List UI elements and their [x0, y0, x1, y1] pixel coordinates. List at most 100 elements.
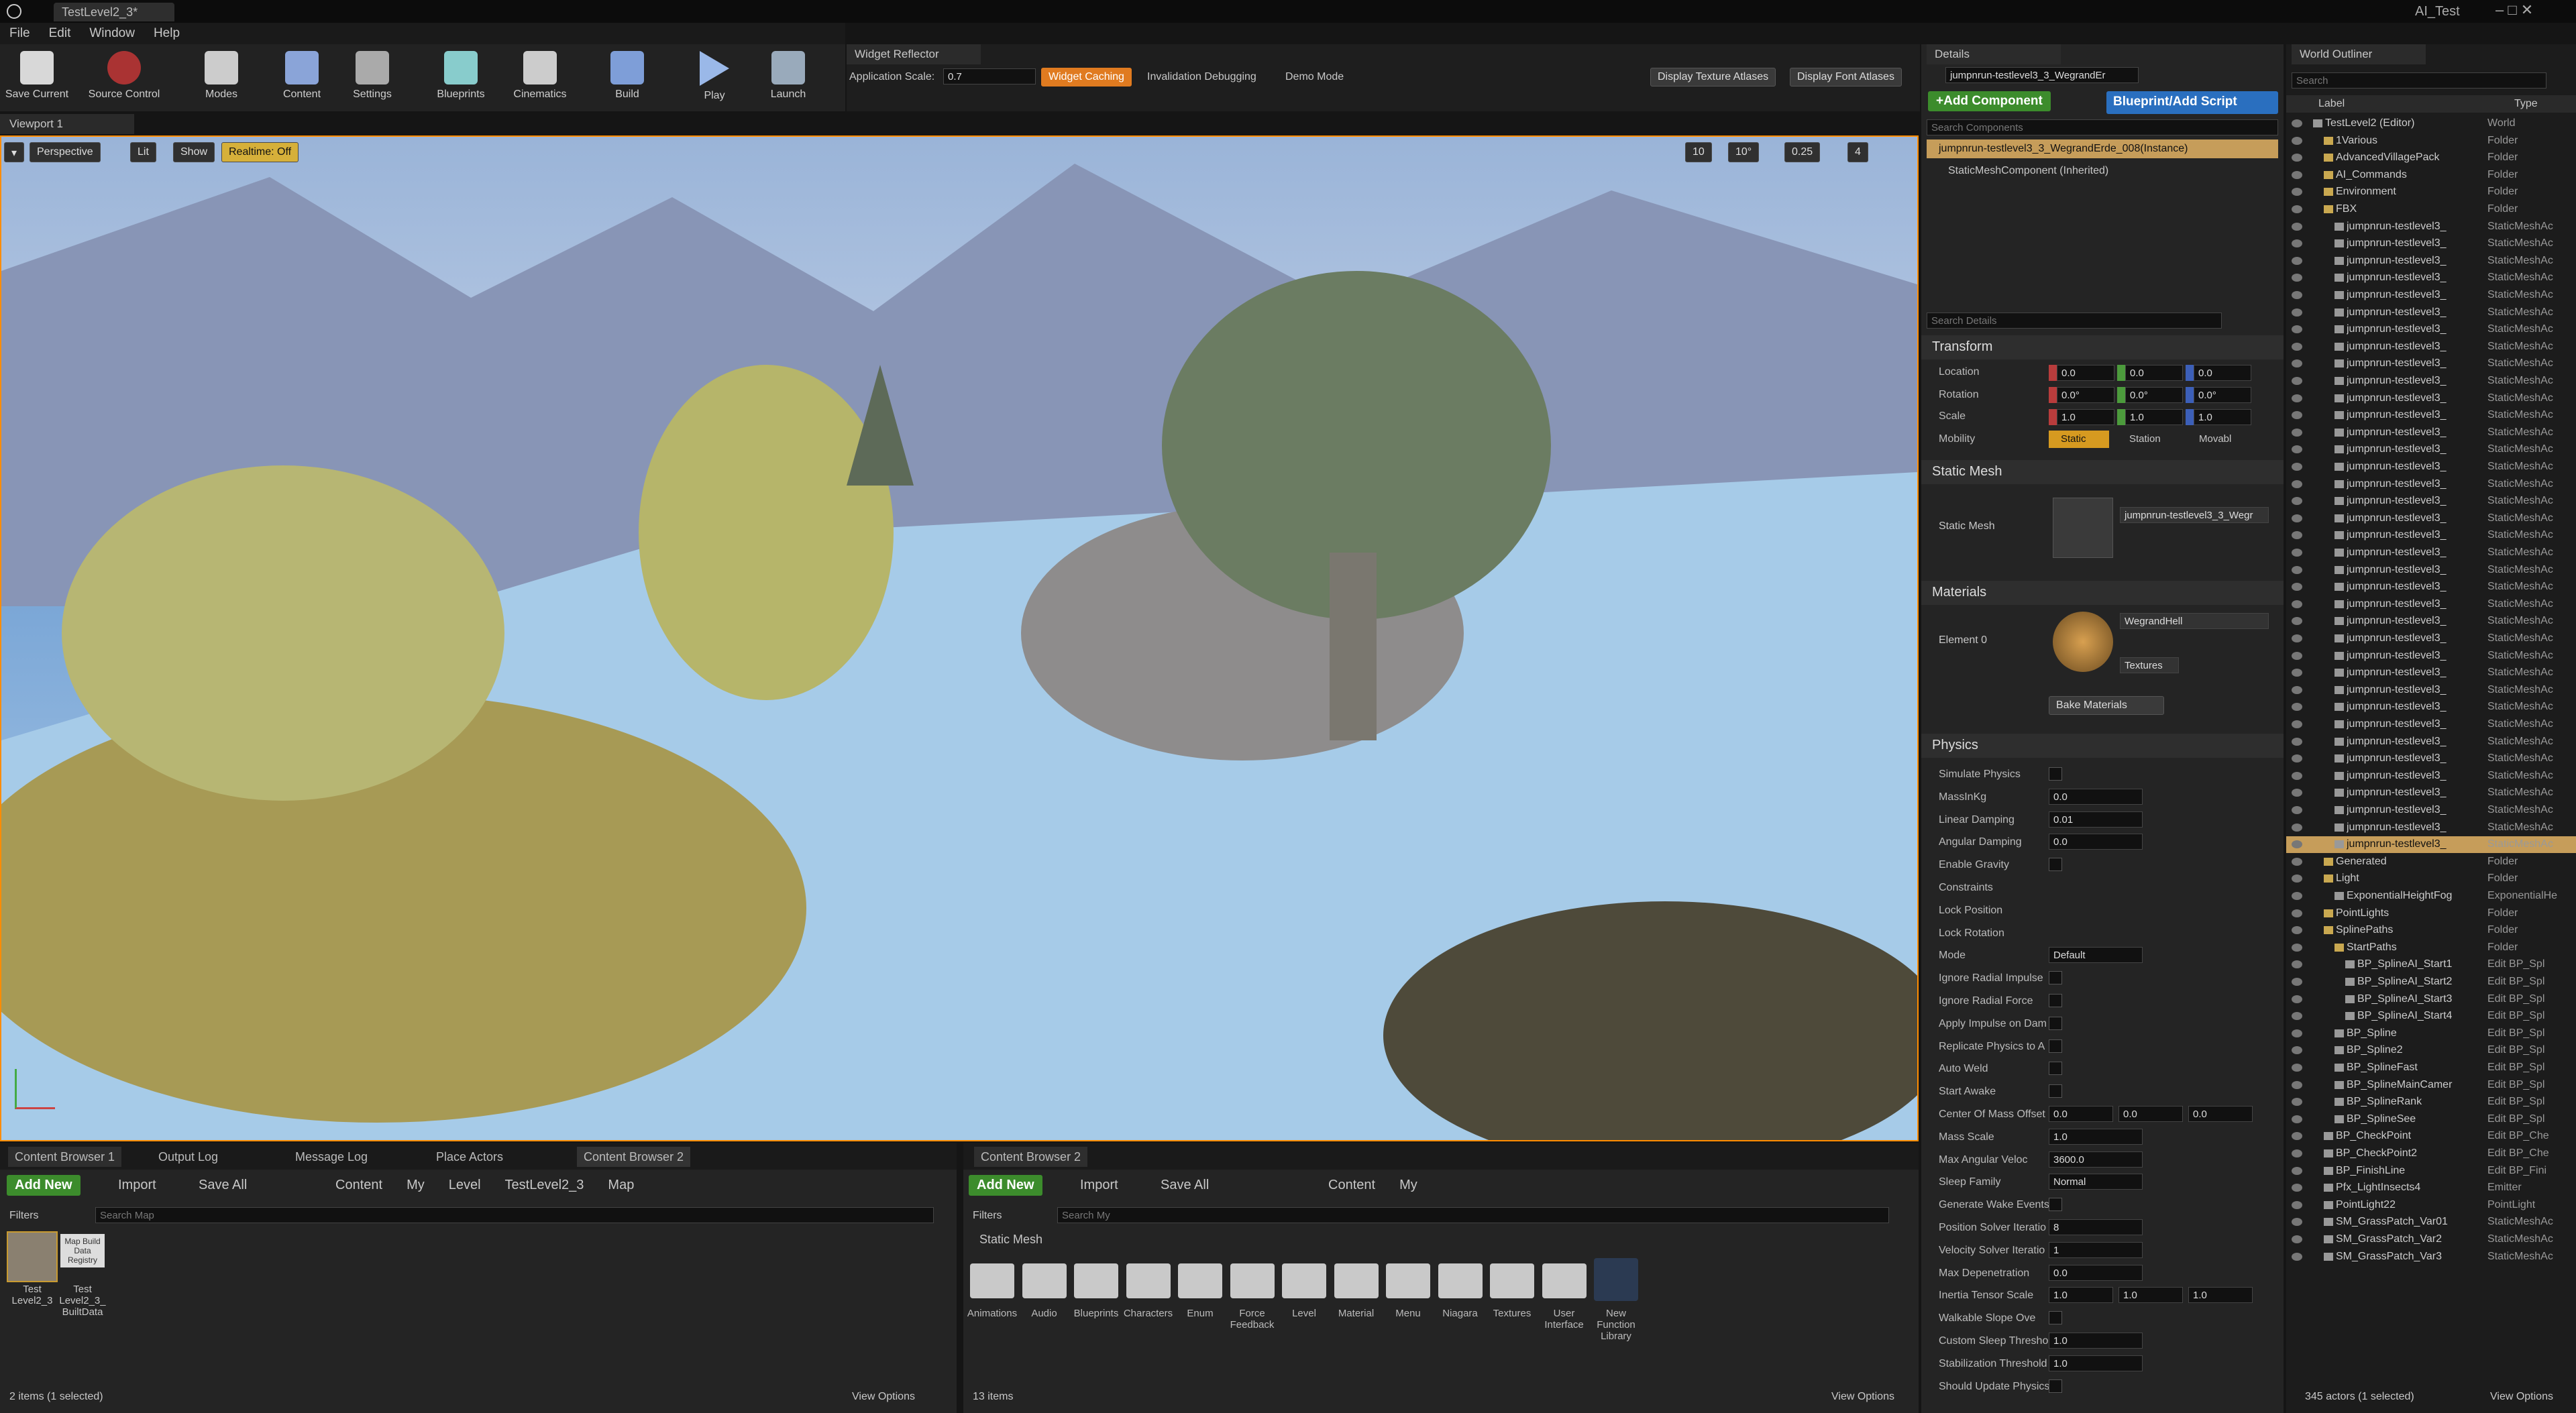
- physics-vector-field[interactable]: 0.0: [2049, 1106, 2113, 1122]
- textures-dropdown[interactable]: Textures: [2120, 657, 2179, 673]
- outliner-row[interactable]: jumpnrun-testlevel3_ StaticMeshAc: [2286, 613, 2576, 630]
- physics-vector-field[interactable]: 0.0: [2118, 1106, 2183, 1122]
- outliner-row[interactable]: jumpnrun-testlevel3_ StaticMeshAc: [2286, 527, 2576, 544]
- display-texture-atlases-button[interactable]: Display Texture Atlases: [1650, 68, 1776, 87]
- folder-icon[interactable]: [1178, 1263, 1222, 1298]
- blueprints-button[interactable]: Blueprints: [424, 48, 498, 110]
- tab-content-browser-1[interactable]: Content Browser 1: [8, 1147, 122, 1167]
- outliner-row[interactable]: BP_SplineAI_Start1 Edit BP_Spl: [2286, 956, 2576, 973]
- component-instance-row[interactable]: jumpnrun-testlevel3_3_WegrandErde_008(In…: [1927, 139, 2278, 158]
- outliner-row[interactable]: jumpnrun-testlevel3_ StaticMeshAc: [2286, 304, 2576, 321]
- physics-checkbox[interactable]: [2049, 1039, 2062, 1053]
- visibility-eye-icon[interactable]: [2292, 685, 2302, 694]
- visibility-eye-icon[interactable]: [2292, 1166, 2302, 1175]
- physics-checkbox[interactable]: [2049, 1311, 2062, 1325]
- outliner-row[interactable]: TestLevel2 (Editor) World: [2286, 115, 2576, 132]
- tab-place-actors[interactable]: Place Actors: [429, 1147, 510, 1167]
- camera-speed-value[interactable]: 4: [1847, 142, 1868, 162]
- outliner-row[interactable]: BP_CheckPoint2 Edit BP_Che: [2286, 1145, 2576, 1162]
- search-components-input[interactable]: Search Components: [1927, 119, 2278, 135]
- outliner-row[interactable]: SM_GrassPatch_Var3 StaticMeshAc: [2286, 1249, 2576, 1265]
- visibility-eye-icon[interactable]: [2292, 720, 2302, 728]
- outliner-row[interactable]: jumpnrun-testlevel3_ StaticMeshAc: [2286, 562, 2576, 579]
- material-thumbnail[interactable]: [2053, 612, 2113, 672]
- component-row[interactable]: StaticMeshComponent (Inherited): [1948, 165, 2108, 177]
- outliner-row[interactable]: PointLight22 PointLight: [2286, 1197, 2576, 1214]
- mobility-static[interactable]: Static: [2049, 431, 2109, 448]
- outliner-row[interactable]: SplinePaths Folder: [2286, 922, 2576, 939]
- visibility-eye-icon[interactable]: [2292, 308, 2302, 317]
- visibility-eye-icon[interactable]: [2292, 1200, 2302, 1209]
- visibility-eye-icon[interactable]: [2292, 943, 2302, 952]
- details-tab[interactable]: Details: [1927, 44, 2061, 64]
- visibility-eye-icon[interactable]: [2292, 823, 2302, 832]
- physics-value-field[interactable]: 1.0: [2049, 1128, 2143, 1145]
- physics-value-field[interactable]: 1.0: [2049, 1355, 2143, 1371]
- column-label[interactable]: Label: [2318, 98, 2345, 110]
- viewport-options-button[interactable]: ▾: [4, 142, 25, 162]
- build-button[interactable]: Build: [590, 48, 664, 110]
- add-new-button-right[interactable]: Add New: [969, 1175, 1042, 1196]
- physics-value-field[interactable]: 1: [2049, 1241, 2143, 1258]
- visibility-eye-icon[interactable]: [2292, 1252, 2302, 1261]
- visibility-eye-icon[interactable]: [2292, 857, 2302, 866]
- visibility-eye-icon[interactable]: [2292, 136, 2302, 145]
- visibility-eye-icon[interactable]: [2292, 1235, 2302, 1243]
- visibility-eye-icon[interactable]: [2292, 497, 2302, 506]
- visibility-eye-icon[interactable]: [2292, 291, 2302, 299]
- visibility-eye-icon[interactable]: [2292, 771, 2302, 780]
- visibility-eye-icon[interactable]: [2292, 1132, 2302, 1141]
- angle-snap-value[interactable]: 10°: [1728, 142, 1760, 162]
- outliner-row[interactable]: jumpnrun-testlevel3_ StaticMeshAc: [2286, 785, 2576, 801]
- physics-vector-field[interactable]: 1.0: [2118, 1287, 2183, 1304]
- physics-checkbox[interactable]: [2049, 858, 2062, 872]
- outliner-row[interactable]: Generated Folder: [2286, 854, 2576, 870]
- transform-scl-field[interactable]: 1.0: [2194, 409, 2251, 425]
- visibility-eye-icon[interactable]: [2292, 806, 2302, 814]
- search-my-input[interactable]: Search My: [1057, 1207, 1889, 1223]
- physics-checkbox[interactable]: [2049, 1379, 2062, 1393]
- visibility-eye-icon[interactable]: [2292, 651, 2302, 660]
- visibility-eye-icon[interactable]: [2292, 583, 2302, 591]
- visibility-eye-icon[interactable]: [2292, 1029, 2302, 1037]
- folder-icon[interactable]: [1074, 1263, 1118, 1298]
- visibility-eye-icon[interactable]: [2292, 789, 2302, 797]
- content-button[interactable]: Content: [265, 48, 339, 110]
- visibility-eye-icon[interactable]: [2292, 463, 2302, 471]
- outliner-row[interactable]: jumpnrun-testlevel3_ StaticMeshAc: [2286, 321, 2576, 338]
- outliner-row[interactable]: jumpnrun-testlevel3_ StaticMeshAc: [2286, 253, 2576, 270]
- outliner-row[interactable]: jumpnrun-testlevel3_ StaticMeshAc: [2286, 734, 2576, 750]
- perspective-button[interactable]: Perspective: [30, 142, 101, 162]
- outliner-row[interactable]: FBX Folder: [2286, 201, 2576, 218]
- visibility-eye-icon[interactable]: [2292, 1184, 2302, 1192]
- filters-button-right[interactable]: Filters: [973, 1210, 1002, 1222]
- source-control-button[interactable]: Source Control: [87, 48, 161, 110]
- demo-mode-toggle[interactable]: Demo Mode: [1285, 71, 1344, 83]
- breadcrumb-item[interactable]: Map: [608, 1178, 634, 1193]
- filters-button-left[interactable]: Filters: [9, 1210, 39, 1222]
- view-options-right[interactable]: View Options: [1831, 1391, 1894, 1403]
- physics-checkbox[interactable]: [2049, 767, 2062, 781]
- visibility-eye-icon[interactable]: [2292, 256, 2302, 265]
- view-options-left[interactable]: View Options: [852, 1391, 915, 1403]
- outliner-row[interactable]: jumpnrun-testlevel3_ StaticMeshAc: [2286, 802, 2576, 819]
- visibility-eye-icon[interactable]: [2292, 377, 2302, 385]
- physics-value-field[interactable]: 0.0: [2049, 1264, 2143, 1281]
- section-static-mesh[interactable]: Static Mesh: [1921, 460, 2284, 484]
- visibility-eye-icon[interactable]: [2292, 909, 2302, 917]
- outliner-row[interactable]: jumpnrun-testlevel3_ StaticMeshAc: [2286, 355, 2576, 372]
- visibility-eye-icon[interactable]: [2292, 840, 2302, 849]
- visibility-eye-icon[interactable]: [2292, 394, 2302, 402]
- visibility-eye-icon[interactable]: [2292, 239, 2302, 248]
- breadcrumb-item[interactable]: Content: [335, 1178, 382, 1193]
- menu-file[interactable]: File: [9, 26, 30, 41]
- outliner-row[interactable]: BP_Spline2 Edit BP_Spl: [2286, 1042, 2576, 1059]
- outliner-row[interactable]: jumpnrun-testlevel3_ StaticMeshAc: [2286, 287, 2576, 304]
- visibility-eye-icon[interactable]: [2292, 222, 2302, 231]
- outliner-row[interactable]: jumpnrun-testlevel3_ StaticMeshAc: [2286, 407, 2576, 424]
- folder-icon[interactable]: [1438, 1263, 1483, 1298]
- function-library-asset[interactable]: [1594, 1258, 1638, 1301]
- folder-icon[interactable]: [1542, 1263, 1587, 1298]
- physics-value-field[interactable]: 3600.0: [2049, 1151, 2143, 1168]
- visibility-eye-icon[interactable]: [2292, 892, 2302, 900]
